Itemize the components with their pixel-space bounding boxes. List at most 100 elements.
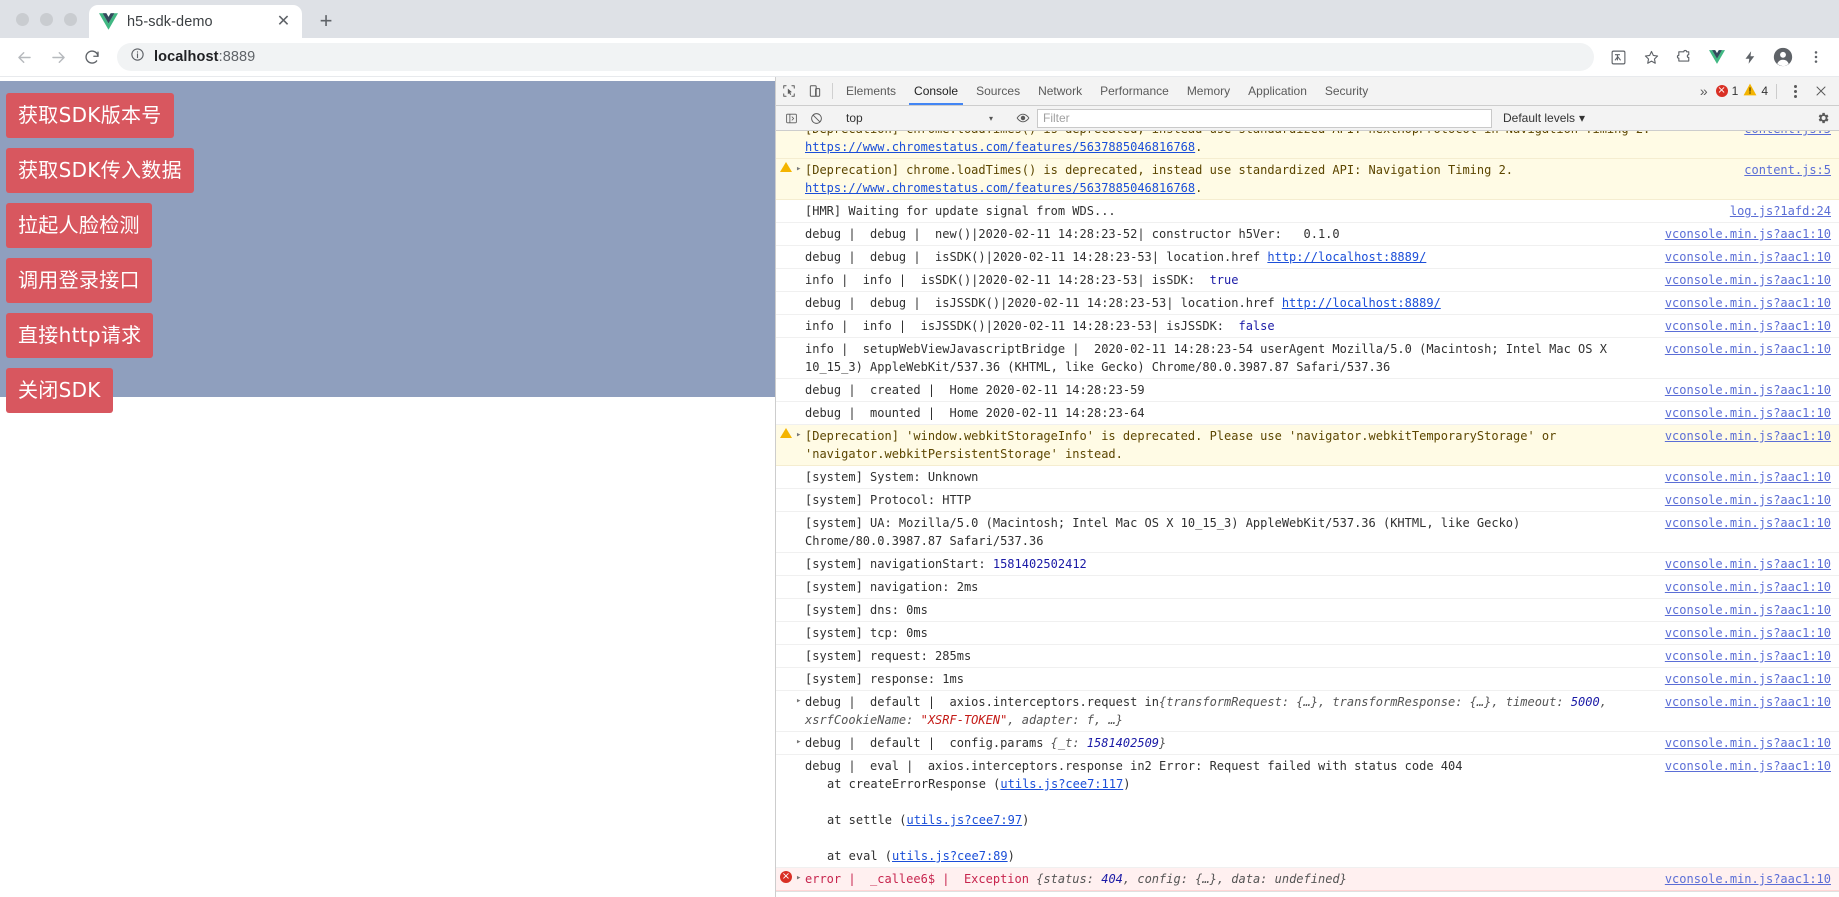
translate-icon[interactable] xyxy=(1603,42,1633,72)
new-tab-button[interactable]: + xyxy=(310,5,342,37)
source-link[interactable]: vconsole.min.js?aac1:10 xyxy=(1665,601,1839,619)
console-row[interactable]: ▸[Deprecation] chrome.loadTimes() is dep… xyxy=(776,159,1839,200)
tab-performance[interactable]: Performance xyxy=(1091,77,1178,105)
tab-elements[interactable]: Elements xyxy=(837,77,905,105)
source-link[interactable]: vconsole.min.js?aac1:10 xyxy=(1665,427,1839,445)
console-row[interactable]: [system] navigation: 2msvconsole.min.js?… xyxy=(776,576,1839,599)
demo-button-4[interactable]: 调用登录接口 xyxy=(6,258,152,303)
console-row[interactable]: info | setupWebViewJavascriptBridge | 20… xyxy=(776,338,1839,379)
console-link[interactable]: http://localhost:8889/ xyxy=(1267,250,1426,264)
close-window-button[interactable] xyxy=(16,13,29,26)
stack-link[interactable]: utils.js?cee7:89 xyxy=(892,849,1008,863)
source-link[interactable]: log.js?1afd:24 xyxy=(1730,202,1839,220)
expand-arrow-icon[interactable]: ▸ xyxy=(796,131,805,156)
console-row[interactable]: debug | debug | isSDK()|2020-02-11 14:28… xyxy=(776,246,1839,269)
console-row[interactable]: [HMR] Waiting for update signal from WDS… xyxy=(776,200,1839,223)
expand-arrow-icon[interactable]: ▸ xyxy=(796,427,805,463)
expand-arrow-icon[interactable]: ▸ xyxy=(796,870,805,888)
console-row[interactable]: debug | created | Home 2020-02-11 14:28:… xyxy=(776,379,1839,402)
extension-icon[interactable] xyxy=(1669,42,1699,72)
menu-icon[interactable] xyxy=(1801,42,1831,72)
console-row[interactable]: [system] navigationStart: 1581402502412v… xyxy=(776,553,1839,576)
tab-console[interactable]: Console xyxy=(905,77,967,105)
source-link[interactable]: content.js:5 xyxy=(1744,161,1839,179)
source-link[interactable]: vconsole.min.js?aac1:10 xyxy=(1665,647,1839,665)
console-row[interactable]: [system] dns: 0msvconsole.min.js?aac1:10 xyxy=(776,599,1839,622)
stack-link[interactable]: utils.js?cee7:97 xyxy=(906,813,1022,827)
console-row[interactable]: debug | debug | new()|2020-02-11 14:28:2… xyxy=(776,223,1839,246)
close-devtools-icon[interactable] xyxy=(1810,85,1832,97)
inspect-element-icon[interactable] xyxy=(776,77,802,105)
console-row[interactable]: info | info | isJSSDK()|2020-02-11 14:28… xyxy=(776,315,1839,338)
console-sidebar-icon[interactable] xyxy=(780,107,802,129)
forward-button[interactable] xyxy=(42,41,74,73)
back-button[interactable] xyxy=(8,41,40,73)
source-link[interactable]: vconsole.min.js?aac1:10 xyxy=(1665,340,1839,358)
demo-button-3[interactable]: 拉起人脸检测 xyxy=(6,203,152,248)
console-row[interactable]: ▸debug | default | config.params {_t: 15… xyxy=(776,732,1839,755)
profile-icon[interactable] xyxy=(1768,42,1798,72)
source-link[interactable]: vconsole.min.js?aac1:10 xyxy=(1665,734,1839,752)
console-row[interactable]: debug | mounted | Home 2020-02-11 14:28:… xyxy=(776,402,1839,425)
tab-sources[interactable]: Sources xyxy=(967,77,1029,105)
demo-button-2[interactable]: 获取SDK传入数据 xyxy=(6,148,194,193)
console-object[interactable]: {_t: 1581402509} xyxy=(1051,736,1167,750)
vue-devtools-icon[interactable] xyxy=(1702,42,1732,72)
demo-button-5[interactable]: 直接http请求 xyxy=(6,313,153,358)
tab-network[interactable]: Network xyxy=(1029,77,1091,105)
source-link[interactable]: content.js:5 xyxy=(1744,131,1839,138)
console-row[interactable]: [system] System: Unknownvconsole.min.js?… xyxy=(776,466,1839,489)
console-log[interactable]: ▸[Deprecation] chrome.loadTimes() is dep… xyxy=(776,131,1839,891)
star-icon[interactable] xyxy=(1636,42,1666,72)
console-object[interactable]: {status: 404, config: {…}, data: undefin… xyxy=(1036,872,1347,886)
source-link[interactable]: vconsole.min.js?aac1:10 xyxy=(1665,514,1839,532)
source-link[interactable]: vconsole.min.js?aac1:10 xyxy=(1665,317,1839,335)
warning-badge[interactable]: 4 xyxy=(1743,83,1768,99)
console-row[interactable]: [system] UA: Mozilla/5.0 (Macintosh; Int… xyxy=(776,512,1839,553)
console-row[interactable]: info | info | isSDK()|2020-02-11 14:28:2… xyxy=(776,269,1839,292)
console-row[interactable]: [system] Protocol: HTTPvconsole.min.js?a… xyxy=(776,489,1839,512)
log-levels-select[interactable]: Default levels ▾ xyxy=(1495,111,1593,125)
stack-link[interactable]: utils.js?cee7:117 xyxy=(1000,777,1123,791)
source-link[interactable]: vconsole.min.js?aac1:10 xyxy=(1665,624,1839,642)
console-link[interactable]: http://localhost:8889/ xyxy=(1282,296,1441,310)
source-link[interactable]: vconsole.min.js?aac1:10 xyxy=(1665,555,1839,573)
maximize-window-button[interactable] xyxy=(64,13,77,26)
tab-application[interactable]: Application xyxy=(1239,77,1316,105)
console-prompt-strip[interactable] xyxy=(776,891,1839,897)
source-link[interactable]: vconsole.min.js?aac1:10 xyxy=(1665,225,1839,243)
console-row[interactable]: [system] response: 1msvconsole.min.js?aa… xyxy=(776,668,1839,691)
console-row[interactable]: [system] request: 285msvconsole.min.js?a… xyxy=(776,645,1839,668)
execution-context-select[interactable]: top ▾ xyxy=(842,109,997,128)
console-link[interactable]: https://www.chromestatus.com/features/56… xyxy=(805,140,1195,154)
source-link[interactable]: vconsole.min.js?aac1:10 xyxy=(1665,578,1839,596)
source-link[interactable]: vconsole.min.js?aac1:10 xyxy=(1665,670,1839,688)
error-badge[interactable]: 1 xyxy=(1716,84,1739,98)
source-link[interactable]: vconsole.min.js?aac1:10 xyxy=(1665,294,1839,312)
demo-button-6[interactable]: 关闭SDK xyxy=(6,368,113,413)
source-link[interactable]: vconsole.min.js?aac1:10 xyxy=(1665,757,1839,775)
minimize-window-button[interactable] xyxy=(40,13,53,26)
source-link[interactable]: vconsole.min.js?aac1:10 xyxy=(1665,248,1839,266)
console-row[interactable]: ▸error | _callee6$ | Exception {status: … xyxy=(776,868,1839,891)
devtools-menu-icon[interactable] xyxy=(1785,85,1805,98)
close-tab-button[interactable]: ✕ xyxy=(275,13,292,30)
reload-button[interactable] xyxy=(76,41,108,73)
more-tabs-button[interactable]: » xyxy=(1692,77,1716,105)
console-row[interactable]: debug | debug | isJSSDK()|2020-02-11 14:… xyxy=(776,292,1839,315)
source-link[interactable]: vconsole.min.js?aac1:10 xyxy=(1665,491,1839,509)
live-expression-icon[interactable] xyxy=(1012,107,1034,129)
expand-arrow-icon[interactable]: ▸ xyxy=(796,734,805,752)
console-row[interactable]: ▸debug | default | axios.interceptors.re… xyxy=(776,691,1839,732)
expand-arrow-icon[interactable]: ▸ xyxy=(796,693,805,729)
source-link[interactable]: vconsole.min.js?aac1:10 xyxy=(1665,271,1839,289)
source-link[interactable]: vconsole.min.js?aac1:10 xyxy=(1665,693,1839,711)
console-row[interactable]: ▸[Deprecation] chrome.loadTimes() is dep… xyxy=(776,131,1839,159)
source-link[interactable]: vconsole.min.js?aac1:10 xyxy=(1665,381,1839,399)
console-object[interactable]: {transformRequest: {…}, transformRespons… xyxy=(805,695,1614,727)
flash-icon[interactable] xyxy=(1735,42,1765,72)
source-link[interactable]: vconsole.min.js?aac1:10 xyxy=(1665,404,1839,422)
tab-memory[interactable]: Memory xyxy=(1178,77,1239,105)
console-row[interactable]: debug | eval | axios.interceptors.respon… xyxy=(776,755,1839,868)
tab-security[interactable]: Security xyxy=(1316,77,1377,105)
